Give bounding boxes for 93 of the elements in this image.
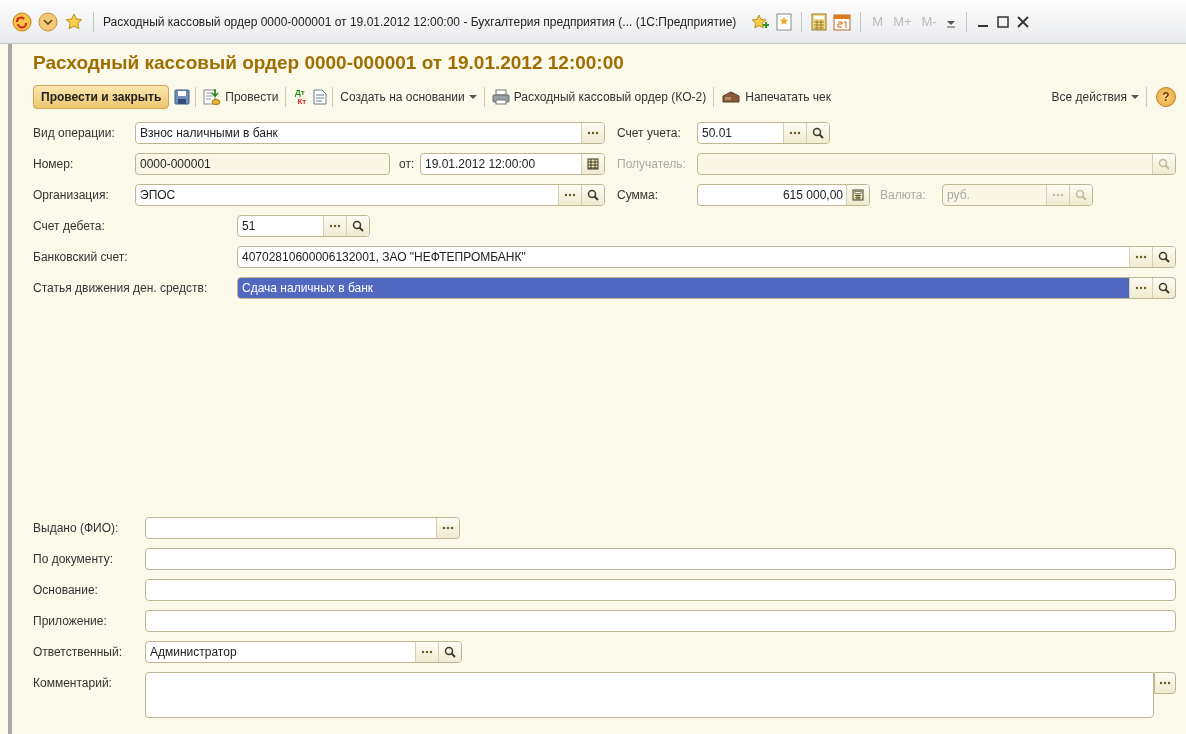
ellipsis-icon [1159, 681, 1171, 685]
help-button[interactable]: ? [1156, 87, 1176, 107]
search-icon [1158, 251, 1170, 263]
field-label: Комментарий: [33, 675, 113, 692]
choose-button[interactable] [558, 185, 581, 205]
choose-button[interactable] [1129, 278, 1152, 298]
search-icon [352, 220, 364, 232]
ellipsis-icon [421, 650, 433, 654]
search-icon [587, 189, 599, 201]
document-arrow-icon [203, 88, 222, 106]
ellipsis-icon [442, 526, 454, 530]
field-label: Основание: [33, 582, 99, 599]
cash-register-icon [721, 90, 742, 104]
input-field[interactable]: 50.01 [697, 122, 830, 144]
document-title: Расходный кассовый ордер 0000-000001 от 19.01.2012 12:00:00 [33, 52, 625, 74]
maximize-icon[interactable] [995, 14, 1010, 29]
print-receipt-button[interactable]: Напечатать чек [719, 90, 834, 104]
logo-icon[interactable] [12, 11, 32, 32]
ellipsis-icon [789, 131, 801, 135]
choose-button[interactable] [323, 216, 346, 236]
search-button[interactable] [581, 185, 604, 205]
input-field[interactable]: 19.01.2012 12:00:00 [420, 153, 605, 175]
ellipsis-icon [1135, 286, 1147, 290]
printer-icon [491, 89, 510, 105]
search-icon [1158, 282, 1170, 294]
input-field[interactable]: 0000-000001 [135, 153, 390, 175]
input-field[interactable]: Сдача наличных в банк [237, 277, 1176, 299]
field-label: Сумма: [617, 187, 660, 204]
choose-button[interactable] [581, 123, 604, 143]
field-label: Ответственный: [33, 644, 124, 661]
post-and-close-button[interactable]: Провести и закрыть [33, 85, 170, 109]
document-icon[interactable] [313, 89, 328, 105]
input-field[interactable] [145, 517, 460, 539]
create-based-on-button[interactable]: Создать на основании [338, 90, 479, 104]
all-actions-button[interactable]: Все действия [1049, 90, 1141, 104]
input-field[interactable] [145, 610, 1176, 632]
input-field[interactable] [145, 579, 1176, 601]
field-label: Счет учета: [617, 125, 682, 142]
search-button[interactable] [346, 216, 369, 236]
ellipsis-icon [564, 193, 576, 197]
close-icon[interactable] [1015, 14, 1030, 29]
calculator-button[interactable] [846, 185, 869, 205]
field-label: Вид операции: [33, 125, 116, 142]
ellipsis-icon [1052, 193, 1064, 197]
input-field[interactable]: 40702810600006132001, ЗАО "НЕФТЕПРОМБАНК" [237, 246, 1176, 268]
search-icon [812, 127, 824, 139]
comment-field[interactable] [145, 672, 1154, 718]
field-label: Валюта: [880, 187, 927, 204]
calendar-icon [587, 158, 599, 170]
field-label: Выдано (ФИО): [33, 520, 120, 537]
input-field[interactable]: ЭПОС [135, 184, 605, 206]
field-label: По документу: [33, 551, 115, 568]
caret-icon [1131, 94, 1139, 100]
choose-button[interactable] [1129, 247, 1152, 267]
input-field[interactable]: 615 000,00 [697, 184, 870, 206]
ellipsis-icon [587, 131, 599, 135]
input-field[interactable]: Администратор [145, 641, 462, 663]
input-field[interactable]: 51 [237, 215, 370, 237]
ellipsis-icon [1135, 255, 1147, 259]
search-icon [1158, 158, 1170, 170]
choose-button[interactable] [415, 642, 438, 662]
calculator-icon [852, 189, 864, 201]
calendar-button[interactable] [581, 154, 604, 174]
star-icon[interactable] [64, 11, 84, 32]
field-label: Банковский счет: [33, 249, 129, 266]
field-label: Номер: [33, 156, 75, 173]
ellipsis-icon [329, 224, 341, 228]
field-label: Счет дебета: [33, 218, 106, 235]
choose-button[interactable] [1154, 672, 1176, 694]
print-order-button[interactable]: Расходный кассовый ордер (КО-2) [489, 89, 709, 105]
choose-button[interactable] [783, 123, 806, 143]
calendar-icon[interactable] [833, 12, 852, 31]
calculator-icon[interactable] [811, 12, 828, 31]
choose-button[interactable] [436, 518, 459, 538]
field-label: Получатель: [617, 156, 687, 173]
search-icon [444, 646, 456, 658]
dropdown-icon[interactable] [38, 11, 58, 32]
field-label: от: [399, 156, 416, 173]
journal-entries-button[interactable]: Дт Кт [291, 88, 309, 106]
caret-icon [468, 94, 477, 100]
field-label: Организация: [33, 187, 110, 204]
save-icon[interactable] [174, 89, 191, 105]
input-field[interactable]: Взнос наличными в банк [135, 122, 605, 144]
window-title: Расходный кассовый ордер 0000-000001 от 19.01.2012 12:00:00 - Бухгалтерия предприятия (... (1С:Предприятие) [103, 14, 737, 29]
search-icon [1075, 189, 1087, 201]
search-button[interactable] [1152, 247, 1175, 267]
post-button[interactable]: Провести [201, 88, 281, 106]
input-field[interactable] [145, 548, 1176, 570]
search-button[interactable] [806, 123, 829, 143]
field-label: Статья движения ден. средств: [33, 280, 209, 297]
search-button[interactable] [438, 642, 461, 662]
field-label: Приложение: [33, 613, 108, 630]
search-button[interactable] [1152, 278, 1175, 298]
